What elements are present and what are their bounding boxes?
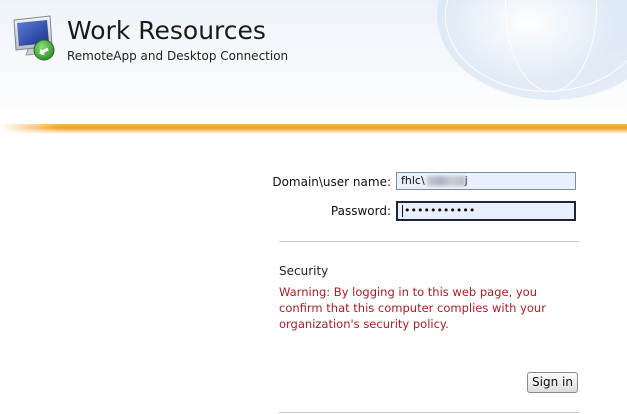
page-subtitle: RemoteApp and Desktop Connection	[67, 49, 289, 63]
username-value: fhlc\	[401, 174, 425, 187]
username-label: Domain\user name:	[272, 175, 391, 189]
text-caret	[402, 205, 403, 217]
username-tail: j	[464, 174, 468, 187]
page-header: Work Resources RemoteApp and Desktop Con…	[0, 0, 627, 124]
security-warning: Warning: By logging in to this web page,…	[279, 285, 546, 331]
password-value: •••••••••••	[404, 204, 476, 217]
security-heading: Security	[279, 264, 329, 278]
divider	[279, 412, 579, 413]
header-accent-bar	[0, 124, 627, 134]
password-field[interactable]: •••••••••••	[396, 201, 576, 221]
divider	[279, 241, 579, 242]
remote-desktop-monitor-icon	[13, 15, 55, 61]
password-label: Password:	[330, 204, 391, 218]
accent-bar-fade	[0, 120, 60, 138]
redacted-username	[426, 176, 465, 186]
username-field[interactable]: fhlc\ j	[396, 172, 576, 190]
sign-in-button[interactable]: Sign in	[527, 372, 578, 393]
page-title: Work Resources	[67, 16, 266, 45]
